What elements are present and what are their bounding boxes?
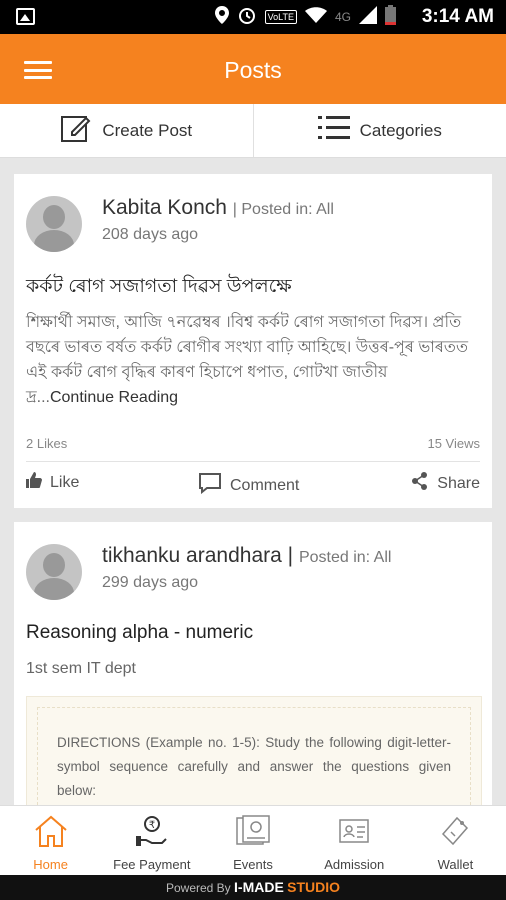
nav-wallet[interactable]: Wallet — [405, 806, 506, 875]
page-title: Posts — [224, 57, 282, 83]
like-button[interactable]: Like — [26, 472, 79, 493]
nav-fee-payment[interactable]: ₹ Fee Payment — [101, 806, 202, 875]
posted-in: | Posted in: All — [232, 201, 334, 218]
signal-icon — [359, 5, 377, 29]
post-subtitle: 1st sem IT dept — [26, 660, 136, 677]
post-author[interactable]: tikhanku arandhara | Posted in: All — [102, 544, 391, 568]
nav-admission[interactable]: Admission — [304, 806, 405, 875]
wifi-icon — [304, 6, 327, 28]
edit-icon — [60, 112, 92, 149]
app-bar: Posts — [0, 34, 506, 104]
status-icons: VoLTE 4G — [214, 4, 396, 30]
nav-events-label: Events — [233, 857, 273, 872]
nav-home-label: Home — [33, 857, 68, 872]
nav-events[interactable]: Events — [202, 806, 303, 875]
post-card[interactable]: Kabita Konch | Posted in: All 208 days a… — [14, 174, 492, 508]
admission-icon — [336, 814, 372, 851]
preview-text: DIRECTIONS (Example no. 1-5): Study the … — [57, 735, 451, 798]
volte-badge: VoLTE — [264, 10, 297, 24]
post-title[interactable]: কৰ্কট ৰোগ সজাগতা দিৱস উপলক্ষে — [26, 272, 292, 304]
status-bar: VoLTE 4G 3:14 AM — [0, 0, 506, 34]
action-bar: Create Post Categories — [0, 104, 506, 158]
nav-admission-label: Admission — [324, 857, 385, 872]
image-notification-icon — [16, 8, 35, 25]
share-button[interactable]: Share — [411, 472, 480, 495]
brand-name-suffix: STUDIO — [287, 879, 341, 895]
svg-text:₹: ₹ — [149, 820, 155, 831]
continue-reading-link[interactable]: Continue Reading — [50, 389, 178, 406]
post-author[interactable]: Kabita Konch | Posted in: All — [102, 196, 334, 220]
comment-button[interactable]: Comment — [198, 472, 299, 499]
alarm-icon — [237, 5, 257, 30]
post-stats: 2 Likes 15 Views — [26, 436, 480, 462]
fee-payment-icon: ₹ — [134, 814, 170, 851]
create-post-label: Create Post — [102, 120, 193, 140]
author-name[interactable]: Kabita Konch — [102, 196, 227, 219]
share-label: Share — [437, 474, 480, 492]
post-card[interactable]: tikhanku arandhara | Posted in: All 299 … — [14, 522, 492, 812]
post-title[interactable]: Reasoning alpha - numeric — [26, 622, 253, 644]
post-excerpt: শিক্ষাৰ্থী সমাজ, আজি ৭নৱেম্বৰ ।বিশ্ব কৰ্… — [26, 310, 478, 410]
author-name[interactable]: tikhanku arandhara | — [102, 544, 293, 567]
home-icon — [33, 814, 69, 851]
avatar[interactable] — [26, 196, 82, 252]
battery-icon — [385, 4, 396, 30]
wallet-icon — [437, 814, 473, 851]
list-icon — [317, 114, 350, 147]
post-actions: Like Comment Share — [26, 472, 480, 496]
thumbs-up-icon — [26, 472, 42, 493]
categories-button[interactable]: Categories — [252, 104, 506, 157]
events-icon — [235, 814, 271, 851]
nav-wallet-label: Wallet — [437, 857, 474, 872]
likes-count[interactable]: 2 Likes — [26, 436, 67, 451]
nav-fee-payment-label: Fee Payment — [113, 857, 191, 872]
network-type: 4G — [334, 10, 351, 24]
posted-in: Posted in: All — [298, 549, 392, 566]
create-post-button[interactable]: Create Post — [0, 104, 253, 157]
comment-label: Comment — [230, 476, 300, 494]
post-time: 208 days ago — [102, 226, 199, 243]
like-label: Like — [50, 473, 80, 491]
post-image-preview[interactable]: DIRECTIONS (Example no. 1-5): Study the … — [26, 696, 482, 812]
powered-by-label: Powered By — [165, 881, 231, 895]
brand-name: I-MADE — [234, 879, 284, 895]
share-icon — [411, 472, 429, 495]
views-count: 15 Views — [427, 436, 480, 451]
post-time: 299 days ago — [102, 574, 199, 591]
bottom-nav: Home ₹ Fee Payment Events Admission Wall… — [0, 805, 506, 875]
location-icon — [214, 5, 229, 29]
categories-label: Categories — [359, 120, 442, 140]
powered-by-footer: Powered By I-MADE STUDIO — [0, 875, 506, 900]
clock: 3:14 AM — [421, 6, 494, 27]
comment-icon — [198, 472, 222, 499]
avatar[interactable] — [26, 544, 82, 600]
nav-home[interactable]: Home — [0, 806, 101, 875]
